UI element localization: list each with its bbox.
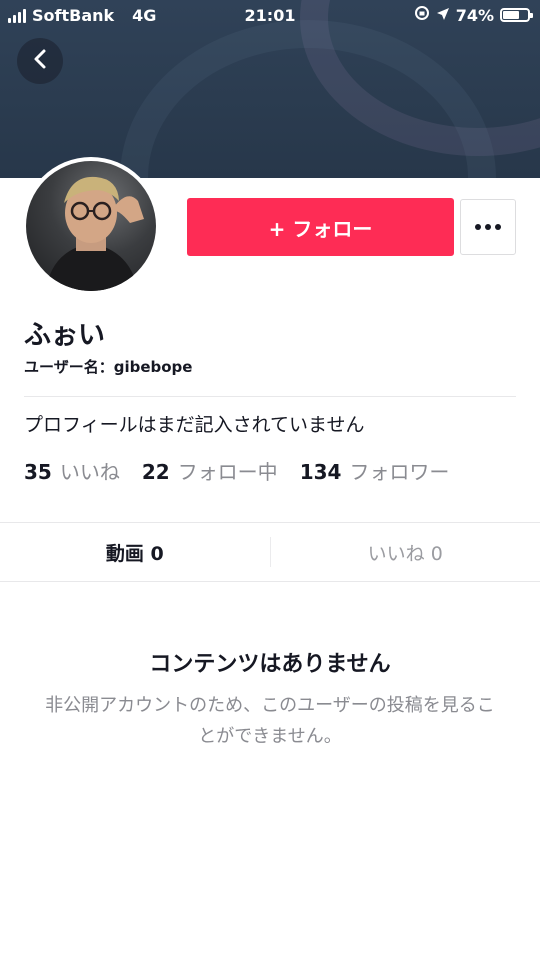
status-bar: SoftBank 4G 21:01 74% (0, 0, 540, 32)
more-dots-icon-dot (495, 224, 501, 230)
more-options-button[interactable] (460, 199, 516, 255)
profile-stats: 35 いいね 22 フォロー中 134 フォロワー (24, 456, 449, 485)
location-icon (436, 6, 450, 25)
empty-state-description: 非公開アカウントのため、このユーザーの投稿を見ることができません。 (45, 695, 495, 747)
back-button[interactable] (17, 38, 63, 84)
stat-likes[interactable]: 35 いいね (24, 456, 120, 485)
profile-tabs: 動画 0 いいね 0 (0, 522, 540, 582)
stat-value: 35 (24, 460, 52, 484)
username-row: ユーザー名：gibebope (24, 356, 192, 377)
stat-following[interactable]: 22 フォロー中 (142, 456, 278, 485)
tab-likes[interactable]: いいね 0 (271, 523, 540, 581)
battery-percentage: 74% (455, 5, 494, 25)
orientation-lock-icon (414, 5, 430, 25)
chevron-left-icon (31, 48, 49, 74)
stat-label: いいね (59, 460, 120, 484)
avatar[interactable] (22, 157, 160, 295)
display-name: ふぉい (24, 320, 105, 351)
profile-bio: プロフィールはまだ記入されていません (24, 414, 365, 436)
battery-icon (500, 8, 533, 22)
stat-label: フォロー中 (177, 460, 278, 484)
more-dots-icon-dot (485, 224, 491, 230)
tab-videos[interactable]: 動画 0 (0, 523, 270, 581)
stat-followers[interactable]: 134 フォロワー (300, 456, 450, 485)
follow-button[interactable]: + フォロー (187, 198, 454, 256)
stat-value: 22 (141, 460, 170, 484)
username-value: gibebope (113, 358, 193, 376)
stat-value: 134 (299, 460, 342, 484)
more-dots-icon (475, 224, 481, 230)
stat-label: フォロワー (349, 460, 450, 484)
divider (24, 396, 516, 397)
avatar-image (26, 161, 156, 291)
empty-state-title: コンテンツはありません (149, 652, 391, 677)
username-label: ユーザー名： (24, 358, 114, 376)
